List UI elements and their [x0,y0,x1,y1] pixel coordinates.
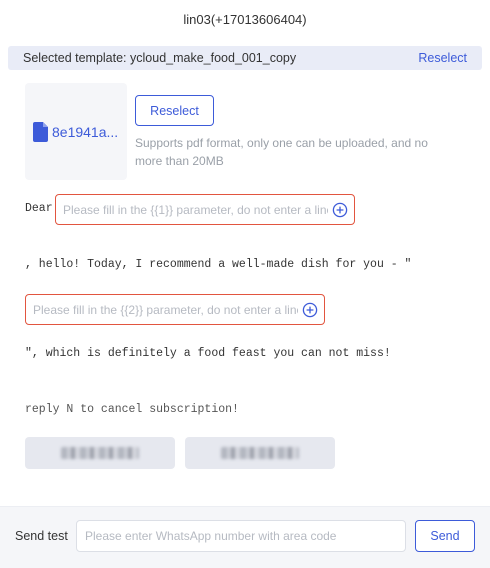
add-variable-icon[interactable] [332,202,348,218]
reselect-template-link[interactable]: Reselect [418,51,467,65]
file-icon [33,121,48,142]
quick-reply-button-2[interactable] [185,437,335,469]
add-variable-icon[interactable] [302,302,318,318]
contact-title: lin03(+17013606404) [183,12,307,27]
param-1-field[interactable] [55,194,355,225]
param-2-field[interactable] [25,294,325,325]
send-test-label: Send test [15,529,68,543]
param-1-input[interactable] [63,202,328,217]
param-2-input[interactable] [33,302,298,317]
whatsapp-number-input[interactable] [76,520,406,552]
redacted-label [221,447,299,459]
send-button[interactable]: Send [415,520,475,552]
redacted-label [61,447,139,459]
dear-text: Dear [25,202,53,215]
message-line-2: , hello! Today, I recommend a well-made … [25,258,412,271]
message-footer-text: reply N to cancel subscription! [25,403,239,416]
selected-template-label: Selected template: ycloud_make_food_001_… [23,51,297,65]
selected-template-bar: Selected template: ycloud_make_food_001_… [8,46,482,70]
page-header: lin03(+17013606404) [0,0,490,40]
reselect-file-button[interactable]: Reselect [135,95,214,126]
attachment-file-name: 8e1941a... [52,123,119,140]
attachment-card[interactable]: 8e1941a... [25,83,127,180]
quick-reply-button-1[interactable] [25,437,175,469]
message-line-3: ", which is definitely a food feast you … [25,347,391,360]
upload-hint: Supports pdf format, only one can be upl… [135,136,428,168]
